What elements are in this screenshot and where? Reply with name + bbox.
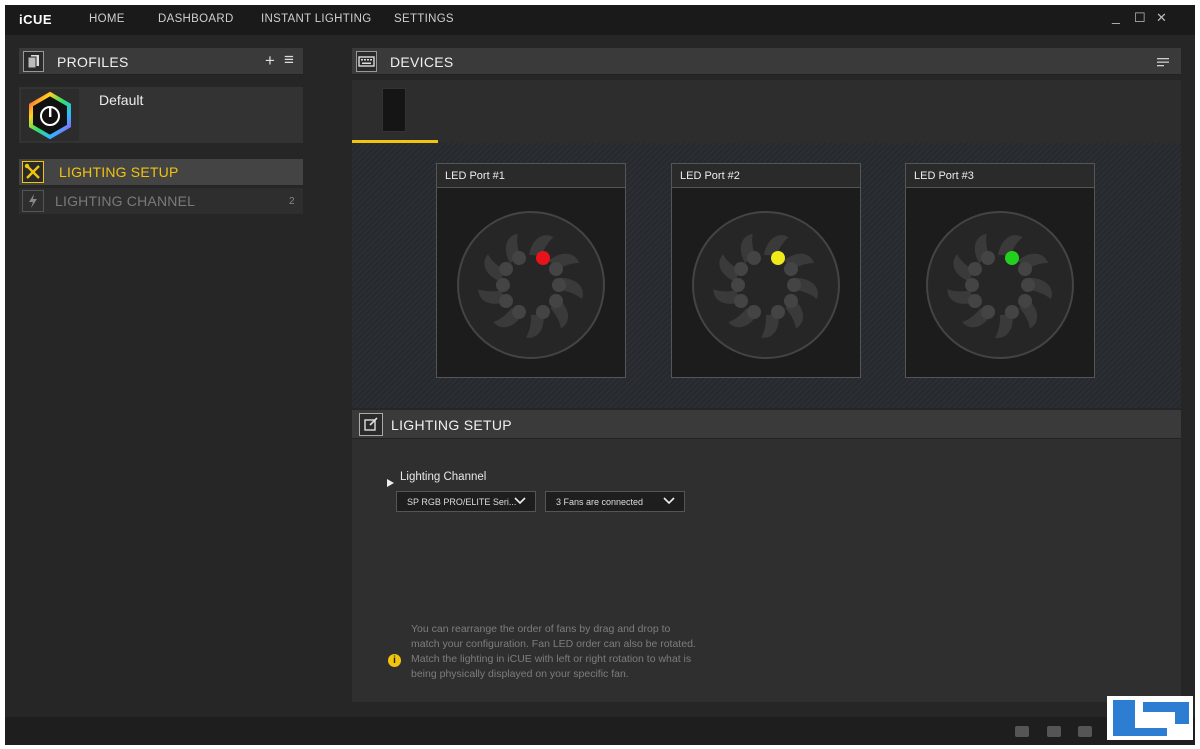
fan-icon [926,211,1074,359]
fan-icon [692,211,840,359]
port-title: LED Port #2 [672,164,860,188]
lighting-setup-title: LIGHTING SETUP [391,417,512,433]
led-indicator [771,251,785,265]
left-item-label: LIGHTING SETUP [59,164,179,180]
chat-icon[interactable] [1047,726,1061,737]
nav-dashboard[interactable]: DASHBOARD [158,13,234,25]
legit-reviews-logo [1105,690,1195,745]
devices-menu-icon[interactable] [1157,55,1169,73]
nav-settings[interactable]: SETTINGS [394,13,454,25]
led-port-1[interactable]: LED Port #1 [436,163,626,378]
expand-triangle-icon[interactable] [387,474,395,492]
profile-menu-icon[interactable]: ≡ [284,50,294,70]
left-item-lighting-setup[interactable]: LIGHTING SETUP [19,159,303,185]
top-nav-bar: iCUE HOME DASHBOARD INSTANT LIGHTING SET… [5,5,1195,35]
rgb-sync-icon[interactable] [1015,726,1029,737]
nav-home[interactable]: HOME [89,13,125,25]
profile-card-default[interactable]: Default [19,87,303,143]
app-brand: iCUE [19,12,53,27]
fan-icon [457,211,605,359]
fan-count-dropdown[interactable]: 3 Fans are connected [545,491,685,512]
nav-instant-lighting[interactable]: INSTANT LIGHTING [261,13,371,25]
lightning-icon [22,190,44,212]
bottom-status-bar [5,717,1195,745]
info-text: You can rearrange the order of fans by d… [411,623,696,680]
profiles-header: PROFILES + ≡ [19,48,303,75]
minimize-button[interactable]: _ [1112,8,1120,24]
add-profile-icon[interactable]: + [265,51,275,71]
led-port-3[interactable]: LED Port #3 [905,163,1095,378]
close-button[interactable]: ✕ [1156,10,1167,26]
left-item-label: LIGHTING CHANNEL [55,193,196,209]
devices-strip [352,80,1181,143]
fan-type-dropdown[interactable]: SP RGB PRO/ELITE Seri... [396,491,536,512]
devices-header: DEVICES [352,48,1181,75]
led-indicator [536,251,550,265]
lighting-node-device-icon [382,88,406,132]
device-tab-lighting-node[interactable] [352,80,438,143]
profiles-icon [23,51,44,72]
lighting-setup-section: LIGHTING SETUP Lighting Channel SP RGB P… [352,410,1181,702]
led-indicator [1005,251,1019,265]
port-title: LED Port #1 [437,164,625,188]
profiles-title: PROFILES [57,54,129,70]
fan-type-value: SP RGB PRO/ELITE Seri... [407,497,517,507]
port-title: LED Port #3 [906,164,1094,188]
maximize-button[interactable]: ☐ [1134,10,1146,26]
icue-window: iCUE HOME DASHBOARD INSTANT LIGHTING SET… [5,5,1195,745]
lighting-setup-header: LIGHTING SETUP [352,410,1181,439]
chevron-down-icon [663,497,675,505]
fan-count-value: 3 Fans are connected [556,497,644,507]
edit-icon [359,413,383,436]
twitter-icon[interactable] [1078,726,1092,737]
left-item-lighting-channel[interactable]: LIGHTING CHANNEL 2 [19,188,303,214]
profile-name: Default [99,92,144,108]
lighting-channel-label[interactable]: Lighting Channel [400,471,486,483]
devices-title: DEVICES [390,54,454,70]
profile-logo-icon [21,89,79,141]
tools-icon [22,161,44,183]
keyboard-icon [356,51,377,72]
channel-count-badge: 2 [289,196,295,207]
chevron-down-icon [514,497,526,505]
info-icon: i [388,654,401,667]
led-port-2[interactable]: LED Port #2 [671,163,861,378]
